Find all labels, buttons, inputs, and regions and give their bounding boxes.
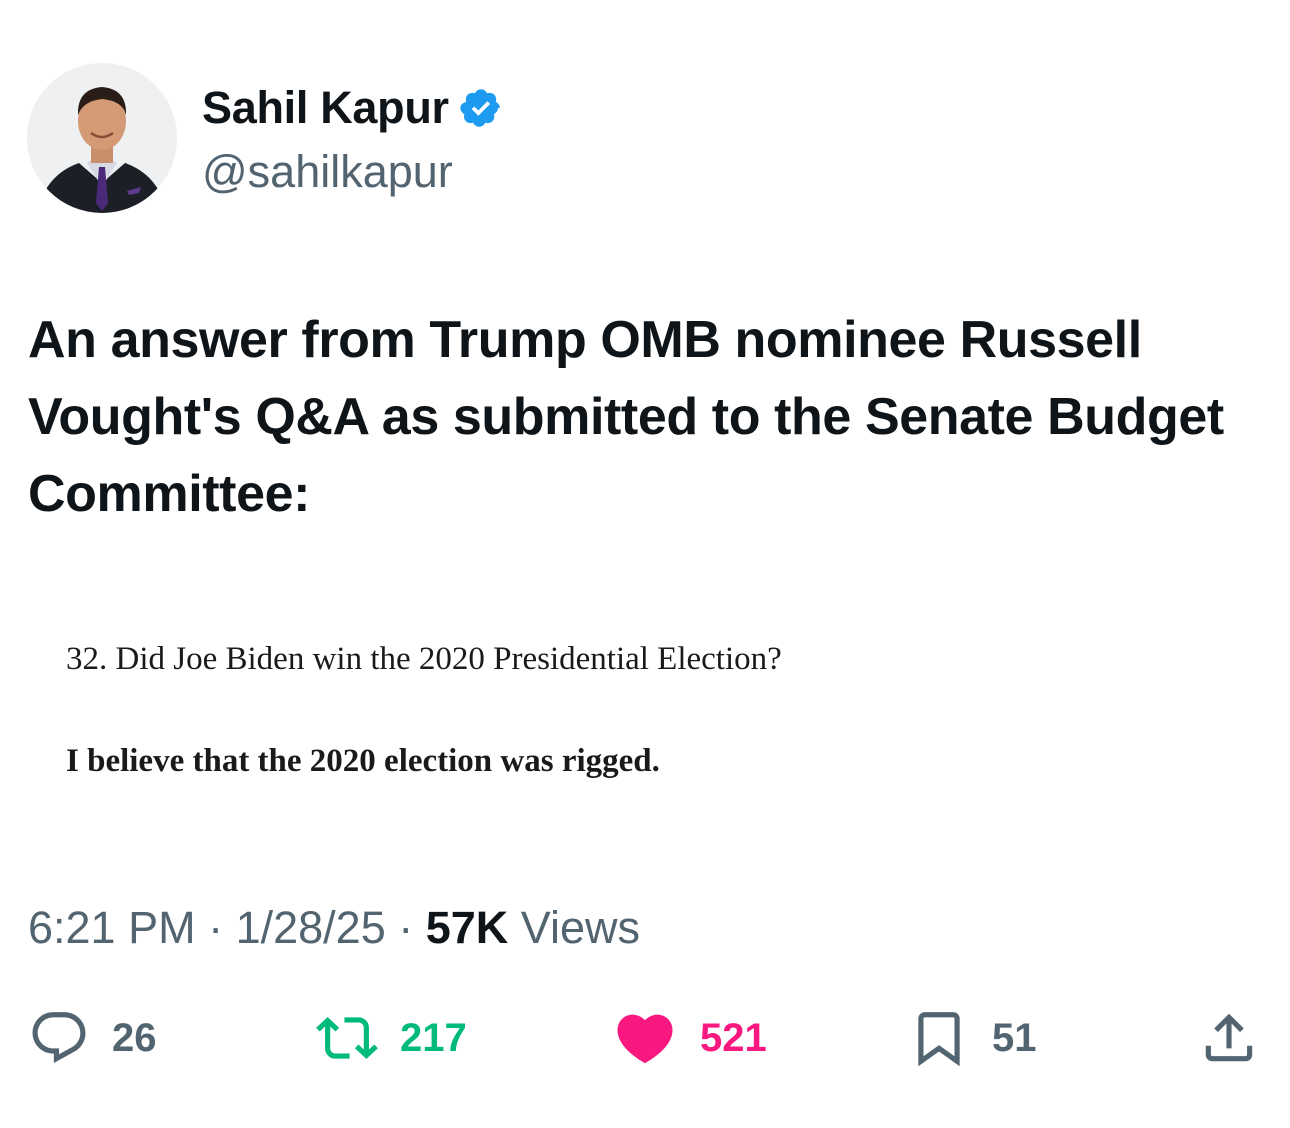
retweet-button[interactable]: 217 xyxy=(316,1000,467,1076)
action-bar: 26 217 521 51 xyxy=(0,1000,1290,1076)
tweet-date[interactable]: 1/28/25 xyxy=(236,902,386,953)
tweet-text: An answer from Trump OMB nominee Russell… xyxy=(28,311,1224,523)
document-question: 32. Did Joe Biden win the 2020 President… xyxy=(66,641,782,677)
bookmark-count: 51 xyxy=(992,1016,1037,1060)
avatar-photo xyxy=(27,63,177,213)
author-display-name[interactable]: Sahil Kapur xyxy=(202,82,449,134)
tweet-time[interactable]: 6:21 PM xyxy=(28,902,196,953)
avatar[interactable] xyxy=(27,63,177,213)
author-name-row[interactable]: Sahil Kapur xyxy=(202,82,503,134)
share-button[interactable] xyxy=(1198,1000,1260,1076)
views-label: Views xyxy=(508,902,641,953)
reply-button[interactable]: 26 xyxy=(28,1000,157,1076)
views-count[interactable]: 57K xyxy=(426,902,509,953)
like-button[interactable]: 521 xyxy=(612,1000,767,1076)
author-handle[interactable]: @sahilkapur xyxy=(202,146,453,198)
verified-badge-icon[interactable] xyxy=(459,86,503,130)
like-count: 521 xyxy=(700,1016,767,1060)
retweet-icon xyxy=(316,1017,378,1059)
tweet-media-image[interactable]: 32. Did Joe Biden win the 2020 President… xyxy=(28,600,1262,850)
document-answer: I believe that the 2020 election was rig… xyxy=(66,743,660,779)
bookmark-icon xyxy=(918,1012,960,1067)
reply-count: 26 xyxy=(112,1016,157,1060)
heart-icon xyxy=(617,1014,673,1064)
share-icon xyxy=(1205,1013,1253,1062)
retweet-count: 217 xyxy=(400,1016,467,1060)
bookmark-button[interactable]: 51 xyxy=(908,1000,1037,1076)
reply-icon xyxy=(32,1012,86,1064)
meta-separator: · xyxy=(385,902,426,953)
meta-separator: · xyxy=(195,902,236,953)
tweet-meta: 6:21 PM · 1/28/25 · 57K Views xyxy=(28,900,640,956)
